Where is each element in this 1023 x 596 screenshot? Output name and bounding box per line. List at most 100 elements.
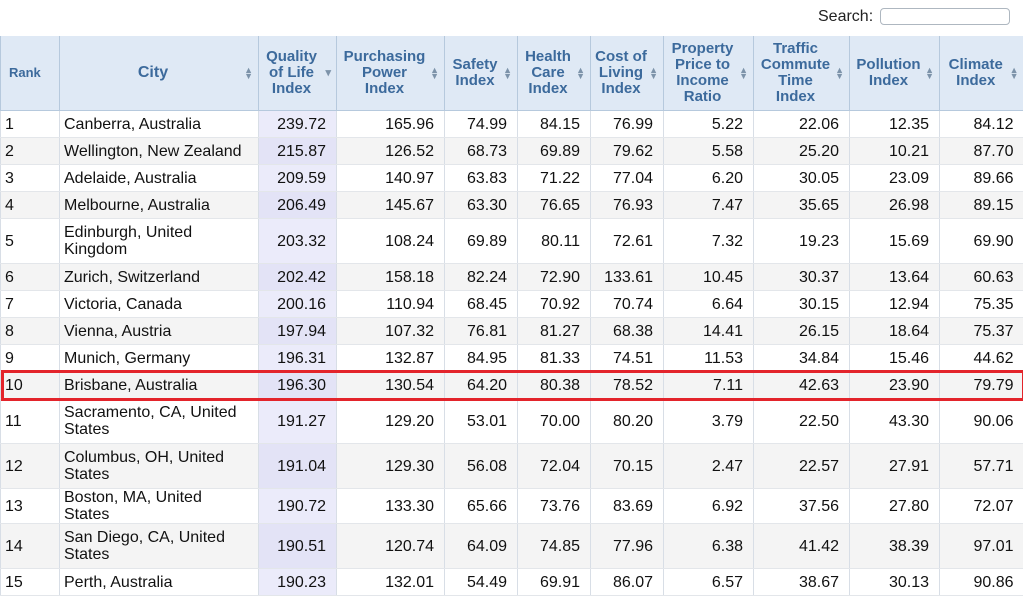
sort-icon[interactable]: ▲▼ [576, 67, 585, 79]
cell-traffic: 25.20 [754, 138, 850, 165]
sort-icon[interactable]: ▲▼ [835, 67, 844, 79]
column-header-traffic-commute[interactable]: Traffic Commute Time Index▲▼ [754, 36, 850, 111]
cell-pollution: 43.30 [850, 399, 940, 444]
cell-qol: 206.49 [259, 192, 337, 219]
column-header-quality-of-life[interactable]: Quality of Life Index▾ [259, 36, 337, 111]
table-row: 7Victoria, Canada200.16110.9468.4570.927… [1, 291, 1023, 318]
cell-ppi: 126.52 [337, 138, 445, 165]
cell-health: 80.11 [518, 219, 591, 264]
column-header-property-price-ratio[interactable]: Property Price to Income Ratio▲▼ [664, 36, 754, 111]
cell-health: 70.92 [518, 291, 591, 318]
cell-pollution: 18.64 [850, 318, 940, 345]
cell-ppr: 5.58 [664, 138, 754, 165]
search-input[interactable] [880, 8, 1010, 25]
sort-icon[interactable]: ▲▼ [503, 67, 512, 79]
column-header-pollution[interactable]: Pollution Index▲▼ [850, 36, 940, 111]
column-header-label: City [138, 64, 168, 81]
cell-health: 74.85 [518, 524, 591, 569]
cell-ppi: 129.20 [337, 399, 445, 444]
sort-icon[interactable]: ▲▼ [1010, 67, 1019, 79]
cell-ppr: 6.38 [664, 524, 754, 569]
cell-pollution: 12.94 [850, 291, 940, 318]
cell-col: 68.38 [591, 318, 664, 345]
cell-col: 70.15 [591, 444, 664, 489]
column-header-cost-of-living[interactable]: Cost of Living Index▲▼ [591, 36, 664, 111]
cell-rank: 1 [1, 111, 60, 138]
sort-desc-icon[interactable]: ▾ [325, 70, 331, 76]
cell-traffic: 35.65 [754, 192, 850, 219]
cell-city: Wellington, New Zealand [60, 138, 259, 165]
cell-climate: 44.62 [940, 345, 1023, 372]
cell-ppi: 132.87 [337, 345, 445, 372]
sort-icon[interactable]: ▲▼ [430, 67, 439, 79]
table-row: 15Perth, Australia190.23132.0154.4969.91… [1, 569, 1023, 596]
cell-rank: 14 [1, 524, 60, 569]
column-header-safety[interactable]: Safety Index▲▼ [445, 36, 518, 111]
cell-qol: 190.51 [259, 524, 337, 569]
sort-icon[interactable]: ▲▼ [739, 67, 748, 79]
cell-pollution: 30.13 [850, 569, 940, 596]
cell-city: Canberra, Australia [60, 111, 259, 138]
cell-qol: 196.31 [259, 345, 337, 372]
cell-col: 79.62 [591, 138, 664, 165]
cell-ppr: 14.41 [664, 318, 754, 345]
cell-pollution: 26.98 [850, 192, 940, 219]
cell-rank: 9 [1, 345, 60, 372]
cell-pollution: 15.69 [850, 219, 940, 264]
table-row: 13Boston, MA, United States190.72133.306… [1, 489, 1023, 524]
cell-pollution: 27.91 [850, 444, 940, 489]
cell-ppi: 140.97 [337, 165, 445, 192]
cell-qol: 190.23 [259, 569, 337, 596]
cell-col: 86.07 [591, 569, 664, 596]
column-header-health-care[interactable]: Health Care Index▲▼ [518, 36, 591, 111]
column-header-city[interactable]: City ▲▼ [60, 36, 259, 111]
cell-ppi: 130.54 [337, 372, 445, 399]
cell-ppi: 110.94 [337, 291, 445, 318]
column-header-climate[interactable]: Climate Index ▲▼ [940, 36, 1023, 111]
cell-safety: 76.81 [445, 318, 518, 345]
cell-city: Columbus, OH, United States [60, 444, 259, 489]
cell-climate: 84.12 [940, 111, 1023, 138]
table-row: 9Munich, Germany196.31132.8784.9581.3374… [1, 345, 1023, 372]
cell-col: 72.61 [591, 219, 664, 264]
column-header-label: Cost of Living Index [595, 48, 647, 97]
cell-col: 77.96 [591, 524, 664, 569]
cell-rank: 8 [1, 318, 60, 345]
cell-ppr: 3.79 [664, 399, 754, 444]
cell-col: 74.51 [591, 345, 664, 372]
cell-safety: 82.24 [445, 264, 518, 291]
cell-qol: 203.32 [259, 219, 337, 264]
sort-icon[interactable]: ▲▼ [925, 67, 934, 79]
cell-traffic: 41.42 [754, 524, 850, 569]
sort-icon[interactable]: ▲▼ [649, 67, 658, 79]
column-header-label: Purchasing Power Index [344, 48, 426, 97]
cell-ppr: 7.32 [664, 219, 754, 264]
cell-pollution: 13.64 [850, 264, 940, 291]
sort-icon[interactable]: ▲▼ [244, 67, 253, 79]
cell-safety: 65.66 [445, 489, 518, 524]
column-header-rank[interactable]: Rank [1, 36, 60, 111]
cell-traffic: 30.37 [754, 264, 850, 291]
cell-safety: 54.49 [445, 569, 518, 596]
cell-health: 81.33 [518, 345, 591, 372]
cell-health: 81.27 [518, 318, 591, 345]
cell-rank: 5 [1, 219, 60, 264]
cell-rank: 15 [1, 569, 60, 596]
cell-pollution: 15.46 [850, 345, 940, 372]
column-header-purchasing-power[interactable]: Purchasing Power Index ▲▼ [337, 36, 445, 111]
cell-col: 83.69 [591, 489, 664, 524]
cell-ppi: 132.01 [337, 569, 445, 596]
column-header-label: Climate Index [949, 56, 1003, 89]
table-row: 12Columbus, OH, United States191.04129.3… [1, 444, 1023, 489]
table-row: 5Edinburgh, United Kingdom203.32108.2469… [1, 219, 1023, 264]
cell-ppr: 6.64 [664, 291, 754, 318]
cell-city: Melbourne, Australia [60, 192, 259, 219]
cell-qol: 202.42 [259, 264, 337, 291]
cell-safety: 64.20 [445, 372, 518, 399]
cell-ppi: 133.30 [337, 489, 445, 524]
cell-ppr: 11.53 [664, 345, 754, 372]
cell-city: Brisbane, Australia [60, 372, 259, 399]
table-row: 8Vienna, Austria197.94107.3276.8181.2768… [1, 318, 1023, 345]
cell-safety: 68.73 [445, 138, 518, 165]
cell-ppi: 129.30 [337, 444, 445, 489]
